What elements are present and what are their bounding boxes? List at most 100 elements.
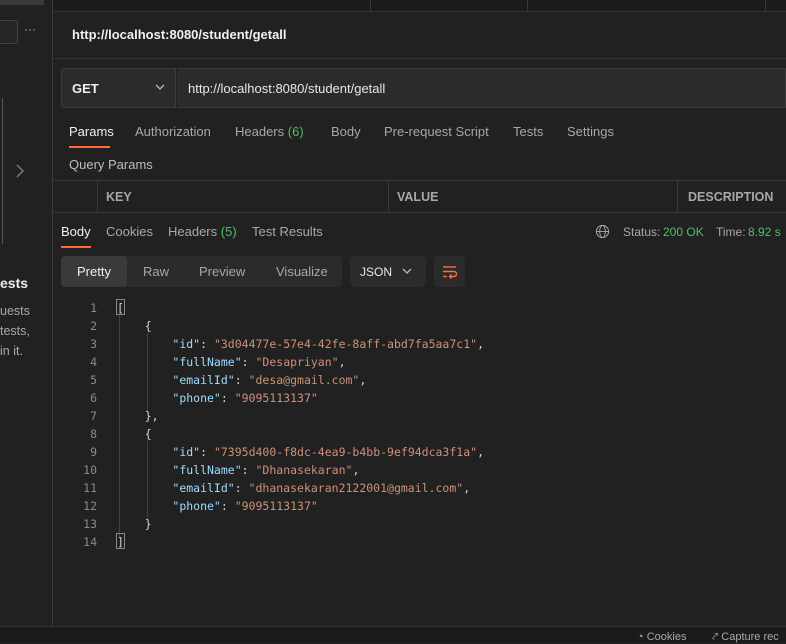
footer-cookies-label: Cookies: [646, 631, 687, 643]
tab-tests[interactable]: Tests: [513, 124, 543, 139]
tab-settings[interactable]: Settings: [567, 124, 614, 139]
sidebar-divider: [0, 98, 3, 244]
sidebar-top-bar: [0, 0, 44, 5]
line-number: 1: [90, 301, 97, 315]
response-tab-test-results[interactable]: Test Results: [252, 224, 323, 239]
cookie-icon: ◔: [637, 631, 644, 643]
json-key: "id": [172, 445, 201, 459]
line-number: 3: [90, 337, 97, 351]
code-line: "phone": "9095113137": [172, 391, 318, 405]
line-number: 7: [90, 409, 97, 423]
status-label: Status:: [623, 225, 661, 239]
column-header-value: VALUE: [397, 190, 439, 204]
tab-divider: [765, 0, 766, 11]
more-options-icon[interactable]: ···: [24, 22, 36, 36]
line-number: 5: [90, 373, 97, 387]
tab-divider: [527, 0, 528, 11]
view-mode-preview[interactable]: Preview: [199, 264, 245, 279]
tab-authorization[interactable]: Authorization: [135, 124, 211, 139]
headers-count: (6): [287, 124, 304, 139]
sidebar-panel: ··· ests uests tests, in it.: [0, 0, 53, 641]
view-mode-pretty[interactable]: Pretty: [77, 264, 111, 279]
code-line: [: [117, 301, 124, 315]
json-key: "fullName": [172, 463, 242, 477]
json-value: "dhanasekaran2122001@gmail.com": [248, 481, 464, 495]
active-tab-indicator: [69, 146, 110, 148]
column-header-description: DESCRIPTION: [688, 190, 774, 204]
table-checkbox-column: [53, 181, 98, 212]
chevron-right-icon[interactable]: [14, 160, 26, 182]
json-key: "emailId": [172, 481, 235, 495]
json-key: "emailId": [172, 373, 235, 387]
tab-body[interactable]: Body: [331, 124, 361, 139]
line-number: 2: [90, 319, 97, 333]
code-line: "fullName": "Desapriyan",: [172, 355, 346, 369]
code-line: "id": "3d04477e-57e4-42fe-8aff-abd7fa5aa…: [172, 337, 484, 351]
code-line: "phone": "9095113137": [172, 499, 318, 513]
code-line: {: [117, 427, 152, 441]
json-value: "3d04477e-57e4-42fe-8aff-abd7fa5aa7c1": [213, 337, 478, 351]
response-headers-count: (5): [220, 224, 237, 239]
line-number: 13: [83, 517, 97, 531]
view-mode-visualize[interactable]: Visualize: [276, 264, 328, 279]
method-label[interactable]: GET: [72, 81, 99, 96]
wrap-lines-icon[interactable]: [441, 263, 458, 280]
response-headers-label: Headers: [168, 224, 218, 239]
line-number: 9: [90, 445, 97, 459]
sidebar-filter-input[interactable]: [0, 20, 18, 44]
response-body-editor[interactable]: 1 2 3 4 5 6 7 8 9 10 11 12 13 14 [ { "id…: [53, 298, 786, 558]
column-header-key: KEY: [106, 190, 132, 204]
tab-pre-request-script[interactable]: Pre-request Script: [384, 124, 489, 139]
json-value: "desa@gmail.com": [248, 373, 360, 387]
sidebar-empty-text: uests: [0, 304, 30, 318]
json-key: "id": [172, 337, 201, 351]
code-line: "emailId": "dhanasekaran2122001@gmail.co…: [172, 481, 471, 495]
request-title[interactable]: http://localhost:8080/student/getall: [72, 27, 287, 42]
time-value[interactable]: 8.92 s: [748, 225, 781, 239]
json-value: "9095113137": [234, 499, 318, 513]
response-tab-cookies[interactable]: Cookies: [106, 224, 153, 239]
json-value: "9095113137": [234, 391, 318, 405]
json-value: "Dhanasekaran": [255, 463, 353, 477]
footer-capture-label: Capture rec: [721, 631, 779, 643]
line-number: 12: [83, 499, 97, 513]
sidebar-empty-text: in it.: [0, 344, 23, 358]
json-key: "fullName": [172, 355, 242, 369]
sidebar-empty-title: ests: [0, 275, 29, 291]
response-tab-body[interactable]: Body: [61, 224, 91, 239]
tab-headers-label: Headers: [235, 124, 285, 139]
line-number: 8: [90, 427, 97, 441]
url-value[interactable]: http://localhost:8080/student/getall: [188, 81, 385, 96]
chevron-down-icon[interactable]: [402, 268, 412, 275]
line-number: 4: [90, 355, 97, 369]
tab-headers[interactable]: Headers (6): [235, 124, 304, 139]
code-line: "id": "7395d400-f8dc-4ea9-b4bb-9ef94dca3…: [172, 445, 484, 459]
line-number: 6: [90, 391, 97, 405]
footer-capture[interactable]: ⤤ Capture rec: [712, 631, 779, 644]
tab-params[interactable]: Params: [69, 124, 114, 139]
status-value[interactable]: 200 OK: [663, 225, 704, 239]
tab-divider: [370, 0, 371, 11]
json-value: "7395d400-f8dc-4ea9-b4bb-9ef94dca3f1a": [213, 445, 478, 459]
code-line: "emailId": "desa@gmail.com",: [172, 373, 367, 387]
request-tab-bar: [53, 0, 786, 12]
response-tab-headers[interactable]: Headers (5): [168, 224, 237, 239]
footer-cookies[interactable]: ◔ Cookies: [637, 631, 686, 643]
sidebar-empty-text: tests,: [0, 324, 30, 338]
code-line: ]: [117, 535, 124, 549]
chevron-down-icon[interactable]: [155, 84, 165, 91]
code-line: },: [117, 409, 159, 423]
json-value: "Desapriyan": [255, 355, 339, 369]
format-label[interactable]: JSON: [360, 265, 392, 279]
time-label: Time:: [716, 225, 746, 239]
globe-icon[interactable]: [595, 224, 610, 239]
json-key: "phone": [172, 391, 221, 405]
code-line: {: [117, 319, 152, 333]
line-number: 14: [83, 535, 97, 549]
divider: [53, 58, 786, 59]
view-mode-raw[interactable]: Raw: [143, 264, 169, 279]
json-key: "phone": [172, 499, 221, 513]
active-tab-indicator: [61, 246, 91, 248]
code-line: }: [117, 517, 152, 531]
line-number: 11: [83, 481, 97, 495]
